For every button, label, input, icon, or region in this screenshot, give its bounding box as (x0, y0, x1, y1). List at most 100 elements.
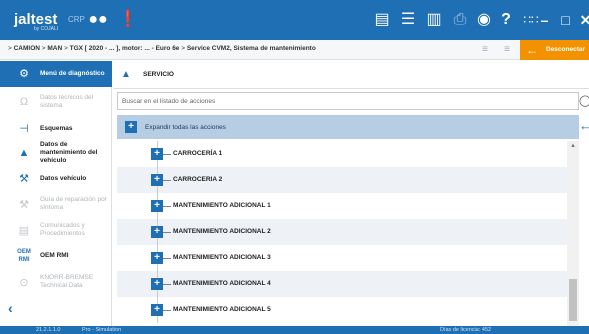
tree-connector (163, 154, 171, 155)
tree-connector (163, 284, 171, 285)
list-item-label: CARROCERIA 2 (173, 176, 223, 183)
version-text: 21.2.1.1.0 (36, 327, 61, 333)
breadcrumb-item[interactable]: MAN (47, 45, 62, 52)
list-item-label: MANTENIMIENTO ADICIONAL 1 (173, 202, 271, 209)
wrench-icon: ⚒ (19, 173, 29, 185)
top-bar: jaltest by COJALI CRP ●● ❗ ▤ ☰ ▥ ⎙ ◉ ? ∷… (0, 0, 589, 40)
document-icon: ▤ (18, 225, 30, 237)
plus-icon[interactable]: + (125, 121, 137, 133)
expand-all-row[interactable]: + Expandir todas las acciones (117, 115, 579, 139)
app-window: jaltest by COJALI CRP ●● ❗ ▤ ☰ ▥ ⎙ ◉ ? ∷… (0, 0, 589, 334)
sidebar-item-technical-data: Ω Datos técnicos del sistema (0, 89, 112, 115)
collapse-sidebar-icon[interactable]: ‹ (8, 300, 13, 316)
breadcrumb-bar: > CAMIÓN > MAN > TGX [ 2020 - ... ], mot… (0, 40, 589, 60)
expand-icon[interactable]: + (151, 252, 163, 264)
sidebar-item-label: OEM RMI (40, 252, 69, 259)
tree-connector (163, 180, 171, 181)
breadcrumb-item[interactable]: Service CVM2, Sistema de mantenimiento (187, 45, 316, 52)
list-item[interactable]: + CARROCERÍA 1 (117, 141, 567, 167)
clipboard-icon[interactable]: ▥ (424, 10, 444, 30)
sidebar-item-label: Menú de diagnóstico (40, 70, 105, 77)
tree-connector (163, 310, 171, 311)
tree-connector (163, 258, 171, 259)
jaltest-logo: jaltest by COJALI (14, 11, 58, 32)
list-item[interactable]: + MANTENIMIENTO ADICIONAL 1 (117, 193, 567, 219)
sidebar-item-label: Esquemas (40, 125, 73, 132)
expand-icon[interactable]: + (151, 174, 163, 186)
minimize-icon[interactable]: – (534, 0, 555, 40)
brand-subtitle: by COJALI (34, 26, 59, 32)
tree-connector (163, 206, 171, 207)
product-label: CRP (68, 15, 85, 24)
expand-icon[interactable]: + (151, 226, 163, 238)
list-item-label: CARROCERÍA 1 (173, 150, 223, 157)
sidebar-item-vehicle-data[interactable]: ⚒ Datos vehículo (0, 169, 112, 189)
sidebar-item-label: KNORR-BREMSE Technical Data (40, 274, 94, 289)
status-bar: 21.2.1.1.0 Pro - Simulation Días de lice… (0, 326, 589, 334)
list-item[interactable]: + MANTENIMIENTO ADICIONAL 3 (117, 245, 567, 271)
scrollbar[interactable]: ▲ (567, 141, 579, 326)
diagnostic-icon: ⚙ (19, 68, 29, 80)
arrow-left-icon: ← (526, 43, 538, 57)
sidebar: ⚙ Menú de diagnóstico Ω Datos técnicos d… (0, 61, 112, 326)
service-header: ▲ SERVICIO (113, 61, 589, 89)
breadcrumb: > CAMIÓN > MAN > TGX [ 2020 - ... ], mot… (8, 45, 448, 52)
disconnect-button[interactable]: ← Desconectar (520, 40, 589, 60)
mode-text: Pro - Simulation (82, 327, 122, 333)
oem-rmi-icon: OEM RMI (17, 249, 31, 263)
page-title: SERVICIO (143, 71, 174, 78)
search-box[interactable] (117, 92, 579, 110)
list-item-label: MANTENIMIENTO ADICIONAL 3 (173, 254, 271, 261)
search-input[interactable] (122, 95, 562, 107)
search-icon[interactable]: ◯ (579, 92, 589, 110)
expand-icon[interactable]: + (151, 148, 163, 160)
sidebar-item-oem-rmi[interactable]: OEM RMI OEM RMI (0, 245, 112, 267)
license-text: Días de licencia: 452 (440, 327, 492, 333)
tree-connector (163, 232, 171, 233)
close-icon[interactable]: ✕ (575, 0, 589, 40)
actions-list: + CARROCERÍA 1 + CARROCERIA 2 + MANTENIM… (117, 141, 567, 326)
list-icon[interactable]: ☰ (398, 10, 418, 30)
sidebar-item-label: Datos técnicos del sistema (40, 94, 94, 109)
expand-icon[interactable]: + (151, 304, 163, 316)
list-item[interactable]: + MANTENIMIENTO ADICIONAL 5 (117, 297, 567, 323)
sidebar-item-bulletins: ▤ Comunicados y Procedimientos (0, 219, 112, 243)
omega-icon: Ω (19, 96, 29, 108)
oil-can-icon: ▲ (18, 147, 30, 159)
list-item[interactable]: + MANTENIMIENTO ADICIONAL 4 (117, 271, 567, 297)
list-item-label: MANTENIMIENTO ADICIONAL 5 (173, 306, 271, 313)
report-icon[interactable]: ▤ (372, 10, 392, 30)
test-icon[interactable]: ≡ (478, 43, 492, 57)
list-item[interactable]: + CARROCERIA 2 (117, 167, 567, 193)
help-icon[interactable]: ? (496, 10, 516, 30)
expand-icon[interactable]: + (151, 278, 163, 290)
users-icon[interactable]: ●● (88, 10, 108, 30)
breadcrumb-item[interactable]: CAMIÓN (14, 45, 40, 52)
list-item-label: MANTENIMIENTO ADICIONAL 2 (173, 228, 271, 235)
breadcrumb-item[interactable]: TGX [ 2020 - ... ], motor: ... - Euro 6e (70, 45, 180, 52)
sidebar-item-label: Comunicados y Procedimientos (40, 222, 85, 237)
sidebar-item-knorr-bremse: ⊙ KNORR-BREMSE Technical Data (0, 271, 112, 295)
maximize-icon[interactable]: □ (555, 0, 576, 40)
sidebar-item-label: Datos de mantenimiento del vehículo (40, 141, 98, 164)
main-panel: ▲ SERVICIO ◯ + Expandir todas las accion… (113, 61, 589, 326)
sidebar-item-schematics[interactable]: ⊣ Esquemas (0, 119, 112, 139)
sidebar-item-maintenance-data[interactable]: ▲ Datos de mantenimiento del vehículo (0, 139, 112, 167)
alert-icon[interactable]: ❗ (118, 10, 138, 30)
sidebar-item-label: Datos vehículo (40, 175, 87, 182)
test-alt-icon[interactable]: ≡ (500, 43, 514, 57)
sidebar-item-repair-guide: ⚒ Guía de reparación por síntoma (0, 193, 112, 217)
back-arrow-icon[interactable]: ← (579, 119, 589, 133)
sidebar-item-diagnostic-menu[interactable]: ⚙ Menú de diagnóstico (0, 61, 112, 87)
tools-icon: ⚒ (19, 199, 29, 211)
scroll-up-icon[interactable]: ▲ (570, 143, 576, 149)
list-item[interactable]: + MANTENIMIENTO ADICIONAL 2 (117, 219, 567, 245)
print-icon[interactable]: ⎙ (450, 10, 470, 30)
schematic-icon: ⊣ (19, 123, 29, 135)
knorr-icon: ⊙ (19, 277, 29, 289)
list-item-label: MANTENIMIENTO ADICIONAL 4 (173, 280, 271, 287)
oil-can-icon: ▲ (121, 69, 131, 80)
expand-icon[interactable]: + (151, 200, 163, 212)
camera-icon[interactable]: ◉ (474, 10, 494, 30)
scrollbar-thumb[interactable] (569, 279, 577, 321)
